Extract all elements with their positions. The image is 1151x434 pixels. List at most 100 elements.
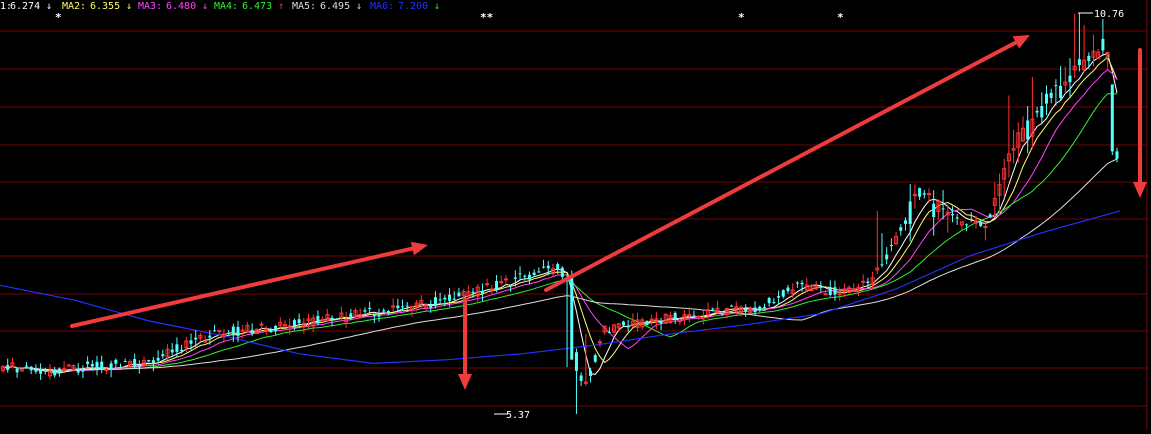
candle-body-down	[1059, 85, 1063, 98]
candle-body-down	[518, 273, 522, 275]
legend-ma1-value: 6.274	[10, 1, 40, 12]
candle-body-down	[607, 332, 611, 334]
candle-body-down	[151, 360, 155, 364]
candle-body-down	[673, 312, 677, 320]
candle-body-down	[795, 282, 799, 284]
legend-ma4-label: MA4:	[214, 1, 238, 12]
candle-body-down	[1035, 110, 1039, 113]
legend-ma5-label: MA5:	[292, 1, 316, 12]
candle-body-down	[471, 291, 475, 294]
candle-body-down	[180, 349, 184, 352]
candle-body-down	[786, 287, 790, 292]
candle-body-up	[217, 330, 222, 333]
candle-body-down	[556, 264, 560, 270]
candle-body-up	[823, 293, 828, 296]
legend-ma6-arrow: ↓	[434, 1, 440, 12]
candle-body-down	[368, 307, 372, 309]
candle-body-down	[25, 365, 29, 367]
candle-body-down	[1068, 75, 1072, 83]
candle-body-up	[926, 193, 931, 196]
event-marker: *	[738, 11, 745, 24]
stock-chart[interactable]: 10.76 5.37 * ** * * 1: 6.274 ↓ MA2: 6.35…	[0, 0, 1151, 429]
candle-body-down	[866, 281, 870, 283]
legend-ma5-value: 6.495	[320, 1, 350, 12]
candle-body-down	[532, 272, 536, 276]
candle-body-up	[696, 315, 701, 318]
candle-body-down	[213, 330, 217, 332]
low-price-label: 5.37	[506, 410, 530, 421]
candle-body-down	[372, 314, 376, 316]
candle-body-up	[104, 369, 109, 372]
candle-body-down	[443, 297, 447, 300]
candle-body-down	[123, 361, 127, 363]
candle-body-down	[1077, 59, 1081, 66]
candle-body-down	[885, 254, 889, 260]
candle-body-down	[918, 188, 922, 197]
candle-body-down	[86, 361, 90, 365]
candle-body-down	[800, 282, 804, 285]
candle-body-down	[711, 308, 715, 310]
candle-body-down	[189, 340, 193, 344]
candle-body-down	[109, 363, 113, 370]
candle-body-down	[377, 315, 381, 317]
legend-ma6-label: MA6:	[370, 1, 394, 12]
candle-body-down	[645, 320, 649, 326]
candle-body-down	[692, 315, 696, 318]
candle-body-down	[570, 277, 574, 360]
candle-body-down	[560, 267, 564, 277]
candle-body-down	[527, 274, 531, 280]
candle-body-down	[626, 325, 630, 328]
legend-ma2-value: 6.355	[90, 1, 120, 12]
candle-body-down	[593, 355, 597, 362]
candle-body-up	[503, 278, 508, 281]
candle-body-up	[485, 283, 490, 286]
chart-canvas[interactable]: 10.76 5.37 * ** * * 1: 6.274 ↓ MA2: 6.35…	[0, 0, 1151, 429]
candle-body-down	[833, 287, 837, 295]
candle-body-down	[6, 365, 10, 370]
candle-body-down	[758, 306, 762, 311]
event-marker: *	[55, 11, 62, 24]
candle-body-down	[76, 368, 80, 373]
candle-body-down	[452, 298, 456, 300]
candle-body-up	[861, 280, 866, 283]
candle-body-down	[509, 285, 513, 287]
candle-body-down	[448, 294, 452, 301]
candle-body-up	[259, 323, 264, 326]
candle-body-down	[589, 370, 593, 377]
candle-body-down	[1049, 92, 1053, 98]
candle-body-down	[979, 221, 983, 227]
candle-body-down	[316, 315, 320, 324]
candle-body-down	[349, 313, 353, 319]
candle-body-down	[231, 326, 235, 335]
legend-ma3-arrow: ↓	[202, 1, 208, 12]
candle-body-down	[965, 224, 969, 226]
candle-body-down	[194, 337, 198, 340]
candle-body-down	[53, 369, 57, 376]
candle-body-down	[274, 325, 278, 332]
candle-body-down	[950, 214, 954, 216]
candle-body-down	[908, 201, 912, 224]
legend-ma3-label: MA3:	[138, 1, 162, 12]
candle-body-down	[363, 310, 367, 312]
candle-body-down	[1087, 55, 1091, 62]
candle-body-down	[889, 245, 893, 247]
legend-ma1-arrow: ↓	[46, 1, 52, 12]
candle-body-down	[546, 265, 550, 269]
candle-body-down	[156, 357, 160, 361]
candle-body-down	[386, 311, 390, 314]
candle-body-up	[983, 225, 988, 228]
candle-body-down	[523, 275, 527, 277]
event-marker: **	[480, 11, 493, 24]
candle-body-down	[828, 287, 832, 295]
candle-body-down	[433, 297, 437, 307]
legend-ma4-value: 6.473	[242, 1, 272, 12]
candle-body-down	[133, 358, 137, 366]
candle-body-down	[730, 305, 734, 307]
candle-body-down	[767, 298, 771, 304]
candle-body-down	[1110, 84, 1114, 152]
candle-body-down	[147, 360, 151, 362]
candle-body-down	[753, 307, 757, 313]
candle-body-down	[955, 217, 959, 219]
candle-body-down	[137, 366, 141, 368]
candle-body-down	[513, 277, 517, 279]
